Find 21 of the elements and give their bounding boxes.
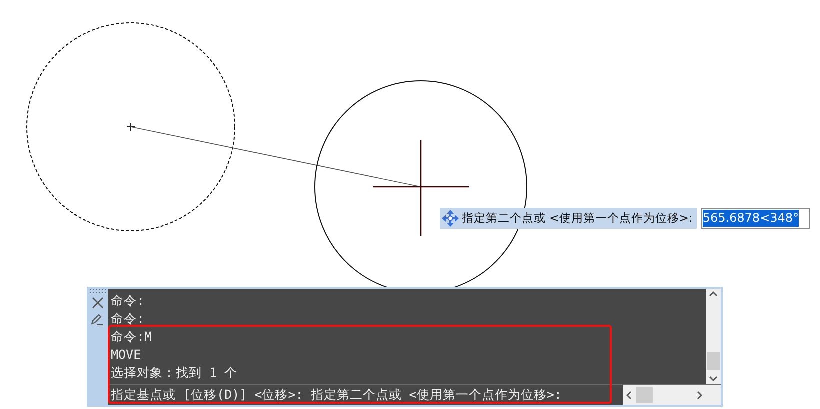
scroll-thumb[interactable] bbox=[707, 352, 720, 370]
horizontal-scrollbar[interactable] bbox=[623, 385, 706, 405]
history-line: 命令:M bbox=[111, 328, 154, 346]
scrollbar-corner bbox=[706, 385, 721, 405]
scroll-up-icon[interactable] bbox=[709, 291, 718, 297]
pencil-icon[interactable] bbox=[91, 313, 104, 326]
history-line: MOVE bbox=[111, 346, 142, 364]
command-line[interactable]: 指定基点或 [位移(D)] <位移>: 指定第二个点或 <使用第一个点作为位移>: bbox=[108, 385, 623, 405]
history-line: 命令: bbox=[111, 292, 146, 310]
scroll-down-icon[interactable] bbox=[709, 376, 718, 382]
vertical-scrollbar[interactable] bbox=[706, 289, 721, 384]
base-point-marker bbox=[126, 122, 136, 132]
history-line: 命令: bbox=[111, 310, 146, 328]
close-icon[interactable] bbox=[92, 297, 104, 309]
move-arrows-icon bbox=[442, 210, 459, 227]
history-line: 选择对象：找到 1 个 bbox=[111, 364, 239, 382]
scroll-left-icon[interactable] bbox=[626, 390, 632, 400]
input-field[interactable]: 565.6878<348° bbox=[700, 208, 810, 229]
scroll-right-icon[interactable] bbox=[697, 390, 703, 400]
prompt-text: 指定第二个点或 <使用第一个点作为位移>: bbox=[462, 211, 693, 226]
scroll-thumb[interactable] bbox=[636, 387, 653, 403]
